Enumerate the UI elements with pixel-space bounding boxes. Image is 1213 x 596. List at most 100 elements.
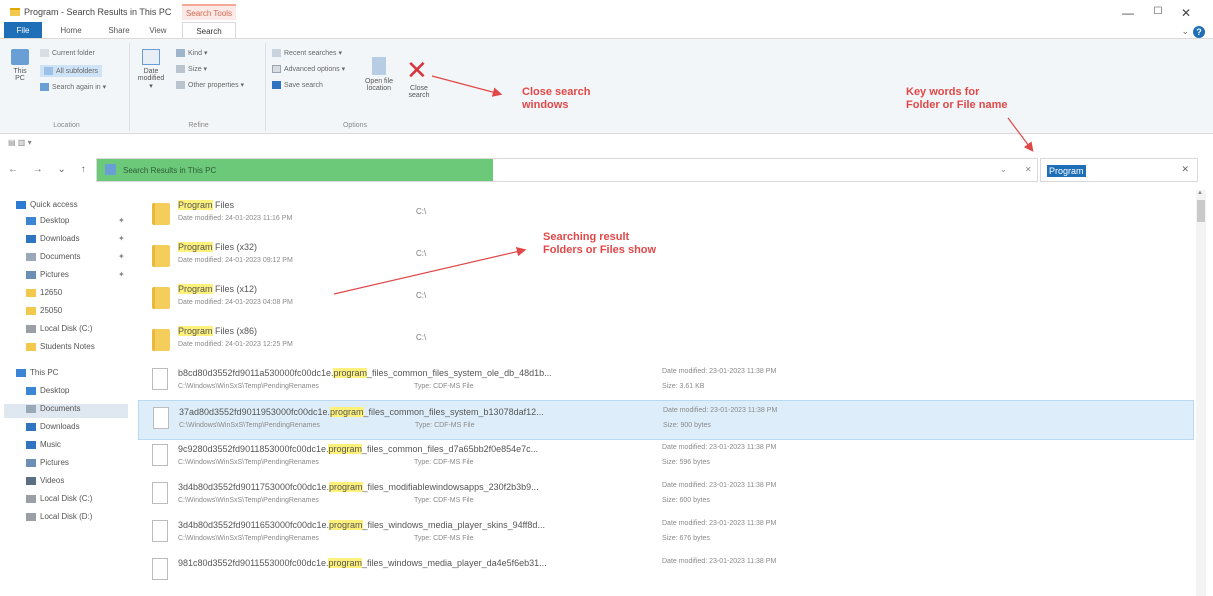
window-title: Program - Search Results in This PC — [24, 7, 172, 17]
clear-search-icon[interactable]: ✕ — [1181, 164, 1189, 175]
folder-name: Program Files — [178, 200, 234, 210]
close-search-button[interactable]: Close search — [404, 85, 434, 99]
sidebar-item[interactable]: Documents — [26, 404, 80, 413]
file-icon — [153, 407, 169, 429]
folder-icon — [152, 329, 170, 351]
close-window-button[interactable]: ✕ — [1176, 6, 1196, 20]
all-subfolders-button[interactable]: All subfolders — [40, 65, 103, 77]
ribbon: This PC Current folder All subfolders Se… — [0, 38, 1213, 134]
folder-location: C:\ — [416, 249, 427, 258]
tab-view[interactable]: View — [144, 22, 172, 38]
folder-row[interactable]: Program Files (x12) Date modified: 24-01-… — [138, 278, 1194, 318]
help-icon[interactable]: ? — [1193, 26, 1205, 38]
sidebar-item[interactable]: Pictures — [26, 270, 69, 279]
sidebar-item[interactable]: Desktop — [26, 386, 69, 395]
address-controls[interactable]: ⌄ ✕ — [1000, 165, 1040, 174]
tab-search[interactable]: Search — [182, 22, 236, 38]
folder-row[interactable]: Program Files Date modified: 24-01-2023 1… — [138, 194, 1194, 234]
search-box[interactable]: Program ✕ — [1040, 158, 1198, 182]
folder-row[interactable]: Program Files (x86) Date modified: 24-01-… — [138, 320, 1194, 360]
nav-item-icon — [26, 342, 36, 351]
sidebar-item[interactable]: Downloads — [26, 234, 80, 243]
scrollbar[interactable] — [1196, 190, 1206, 596]
size-button[interactable]: Size ▾ — [176, 65, 207, 74]
file-type: Type: CDF-MS File — [415, 422, 475, 429]
scroll-thumb[interactable] — [1197, 200, 1205, 222]
folder-row[interactable]: Program Files (x32) Date modified: 24-01-… — [138, 236, 1194, 276]
search-match-highlight: program — [328, 520, 363, 530]
address-bar[interactable]: Search Results in This PC — [96, 158, 1038, 182]
sidebar-item[interactable]: 12650 — [26, 288, 62, 297]
sidebar-item[interactable]: Documents — [26, 252, 80, 261]
advanced-options-button[interactable]: Advanced options ▾ — [272, 65, 345, 74]
sidebar-item[interactable]: 25050 — [26, 306, 62, 315]
current-folder-button[interactable]: Current folder — [40, 49, 95, 57]
file-row[interactable]: 9c9280d3552fd9011853000fc00dc1e.program_… — [138, 438, 1194, 478]
file-row[interactable]: 981c80d3552fd9011553000fc00dc1e.program_… — [138, 552, 1194, 592]
checkbox-icon — [272, 65, 281, 74]
search-again-button[interactable]: Search again in ▾ — [40, 83, 106, 92]
tab-file[interactable]: File — [4, 22, 42, 38]
computer-icon — [11, 49, 29, 65]
sidebar-item[interactable]: Local Disk (C:) — [26, 324, 92, 333]
file-row[interactable]: 37ad80d3552fd9011953000fc00dc1e.program_… — [138, 400, 1194, 440]
sidebar-item[interactable]: Quick access — [16, 200, 78, 209]
sidebar-item[interactable]: Pictures — [26, 458, 69, 467]
sidebar-item[interactable]: Students Notes — [26, 342, 95, 351]
ribbon-group-location: This PC Current folder All subfolders Se… — [4, 43, 130, 131]
file-size: Size: 3.61 KB — [662, 383, 705, 390]
date-modified-button[interactable]: Date modified ▾ — [136, 49, 166, 90]
recent-searches-button[interactable]: Recent searches ▾ — [272, 49, 342, 58]
file-path: C:\Windows\WinSxS\Temp\PendingRenames — [178, 497, 319, 504]
folder-name-rest: Files — [212, 200, 235, 210]
navigation-buttons[interactable]: ← → ⌄ ↑ — [8, 164, 92, 175]
pin-icon[interactable]: ✦ — [118, 216, 125, 225]
sidebar-item[interactable]: Videos — [26, 476, 64, 485]
file-type: Type: CDF-MS File — [414, 459, 474, 466]
kind-button[interactable]: Kind ▾ — [176, 49, 207, 58]
sidebar-item[interactable]: Local Disk (C:) — [26, 494, 92, 503]
minimize-button[interactable]: — — [1118, 6, 1138, 20]
ribbon-expand-icon[interactable]: ⌄ — [1181, 26, 1189, 37]
maximize-button[interactable]: ☐ — [1148, 6, 1168, 17]
file-name-suffix: _files_windows_media_player_skins_94ff8d… — [362, 520, 545, 530]
ribbon-group-refine: Date modified ▾ Kind ▾ Size ▾ Other prop… — [132, 43, 266, 131]
date-modified: Date modified: 24-01-2023 11:16 PM — [178, 215, 293, 222]
open-file-location-button[interactable]: Open file location — [364, 57, 394, 92]
sidebar-item[interactable]: Downloads — [26, 422, 80, 431]
pin-icon[interactable]: ✦ — [118, 270, 125, 279]
other-properties-button[interactable]: Other properties ▾ — [176, 81, 244, 90]
sidebar-item[interactable]: This PC — [16, 368, 58, 377]
sidebar-item-label: Documents — [40, 404, 81, 413]
folder-icon — [152, 203, 170, 225]
file-name: 981c80d3552fd9011553000fc00dc1e.program_… — [178, 558, 547, 568]
search-match-highlight: program — [328, 558, 362, 568]
sidebar-item[interactable]: Local Disk (D:) — [26, 512, 92, 521]
tab-share[interactable]: Share — [104, 22, 134, 38]
file-row[interactable]: 3d4b80d3552fd9011753000fc00dc1e.program_… — [138, 476, 1194, 516]
save-search-button[interactable]: Save search — [272, 81, 323, 89]
tab-home[interactable]: Home — [56, 22, 86, 38]
search-input[interactable]: Program — [1047, 165, 1086, 177]
file-row[interactable]: b8cd80d3552fd9011a530000fc00dc1e.program… — [138, 362, 1194, 402]
sidebar-item[interactable]: Music — [26, 440, 61, 449]
nav-item-icon — [26, 476, 36, 485]
close-search-x-icon[interactable]: ✕ — [406, 58, 428, 84]
file-name: 9c9280d3552fd9011853000fc00dc1e.program_… — [178, 444, 538, 454]
quick-access-toolbar[interactable]: ▤ ▥ ▾ — [8, 138, 32, 147]
this-pc-button[interactable]: This PC — [8, 49, 32, 82]
pin-icon[interactable]: ✦ — [118, 234, 125, 243]
scroll-up-icon[interactable]: ▲ — [1197, 190, 1203, 196]
file-row[interactable]: 3d4b80d3552fd9011653000fc00dc1e.program_… — [138, 514, 1194, 554]
save-icon — [272, 81, 281, 89]
folder-icon — [10, 8, 20, 16]
search-match-highlight: program — [328, 482, 363, 492]
title-bar: Program - Search Results in This PC Sear… — [0, 0, 1213, 22]
nav-item-icon — [26, 494, 36, 503]
sidebar-item[interactable]: Desktop — [26, 216, 69, 225]
file-name: b8cd80d3552fd9011a530000fc00dc1e.program… — [178, 368, 552, 378]
folder-icon — [152, 245, 170, 267]
pin-icon[interactable]: ✦ — [118, 252, 125, 261]
folder-name-rest: Files (x32) — [212, 242, 258, 252]
search-match-highlight: Program — [178, 284, 213, 294]
